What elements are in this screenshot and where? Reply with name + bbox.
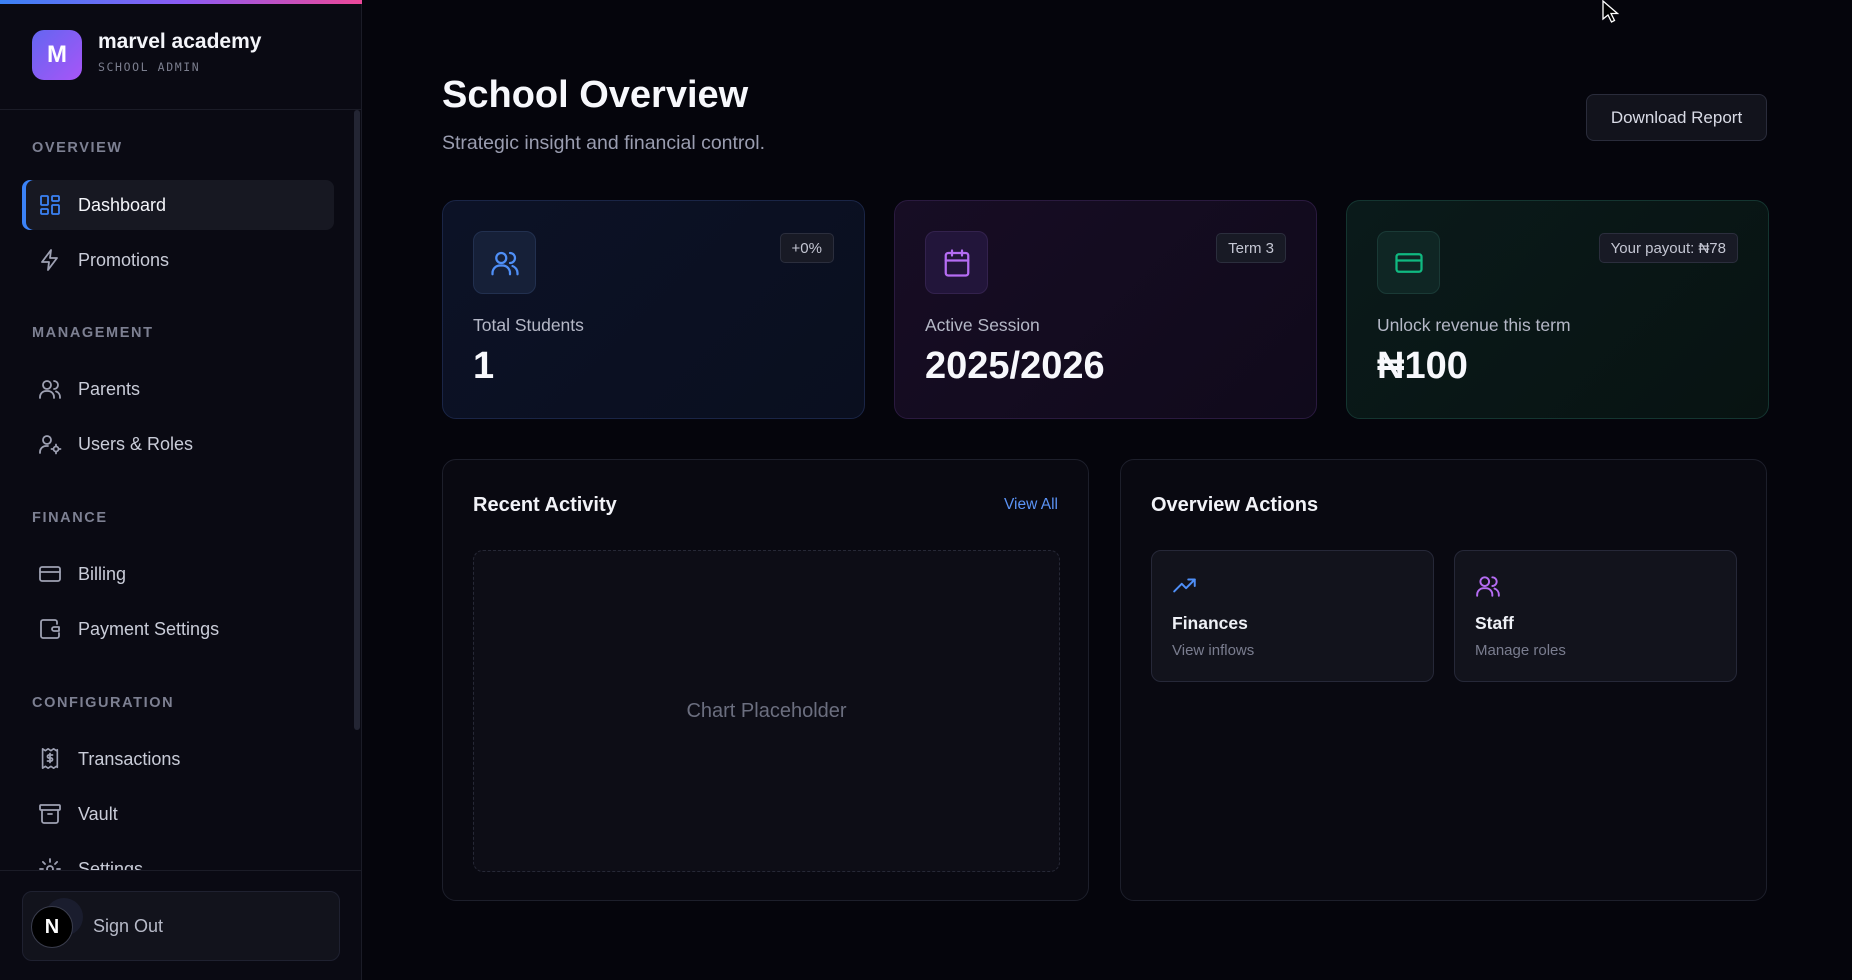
panel-title: Recent Activity [473,494,617,516]
sidebar-nav[interactable]: OVERVIEW Dashboard Promotions MANAGEMENT… [0,110,354,870]
stat-label: Total Students [473,315,584,335]
sidebar-item-label: Parents [78,378,141,399]
action-card-finances[interactable]: Finances View inflows [1151,550,1434,682]
sign-out-button[interactable]: N Sign Out [22,891,340,961]
stat-card-active-session: Term 3 Active Session 2025/2026 [894,200,1317,419]
status-badge: +0% [779,233,834,263]
status-badge: Your payout: ₦78 [1598,233,1738,263]
users-icon [38,377,62,401]
wallet-icon [38,617,62,641]
stat-label: Unlock revenue this term [1377,315,1571,335]
sidebar-item-billing[interactable]: Billing [22,549,334,599]
sidebar-item-label: Vault [78,803,118,824]
sidebar-item-promotions[interactable]: Promotions [22,235,334,285]
lightning-icon [38,248,62,272]
stat-card-revenue: Your payout: ₦78 Unlock revenue this ter… [1346,200,1769,419]
receipt-dollar-icon [38,747,62,771]
sign-out-label: Sign Out [93,915,164,936]
sidebar-item-transactions[interactable]: Transactions [22,734,334,784]
section-title-configuration: CONFIGURATION [32,695,175,711]
avatar: N [31,906,73,948]
brand-subtitle: SCHOOL ADMIN [98,60,201,74]
sidebar-item-label: Payment Settings [78,618,220,639]
action-card-subtitle: Manage roles [1475,642,1566,659]
action-card-staff[interactable]: Staff Manage roles [1454,550,1737,682]
trending-up-icon [1172,573,1198,599]
credit-card-icon [1377,231,1440,294]
sidebar-item-label: Settings [78,858,144,871]
sidebar-footer: N Sign Out [0,870,361,980]
stat-value: ₦100 [1377,345,1468,387]
calendar-icon [925,231,988,294]
brand-header: M marvel academy SCHOOL ADMIN [0,4,361,110]
sidebar-item-dashboard[interactable]: Dashboard [22,180,334,230]
sidebar-item-payment-settings[interactable]: Payment Settings [22,604,334,654]
mouse-cursor-icon [1602,0,1620,23]
sidebar-scrollbar[interactable] [354,110,360,730]
credit-card-icon [38,562,62,586]
action-card-title: Finances [1172,613,1248,633]
download-report-button[interactable]: Download Report [1586,94,1767,141]
sidebar-item-label: Transactions [78,748,181,769]
page-title: School Overview [442,74,749,116]
users-icon [1475,573,1501,599]
section-title-overview: OVERVIEW [32,140,123,156]
sidebar-item-vault[interactable]: Vault [22,789,334,839]
archive-icon [38,802,62,826]
sidebar: M marvel academy SCHOOL ADMIN OVERVIEW D… [0,0,362,980]
sidebar-item-label: Billing [78,563,127,584]
stat-label: Active Session [925,315,1040,335]
dashboard-grid-icon [38,193,62,217]
stat-value: 2025/2026 [925,345,1105,387]
gear-icon [38,857,62,870]
brand-name: marvel academy [98,30,262,53]
sidebar-item-parents[interactable]: Parents [22,364,334,414]
page-subtitle: Strategic insight and financial control. [442,132,766,154]
sidebar-item-label: Promotions [78,249,170,270]
users-icon [473,231,536,294]
brand-logo: M [32,30,82,80]
section-title-management: MANAGEMENT [32,325,154,341]
view-all-link[interactable]: View All [1004,496,1058,514]
user-gear-icon [38,432,62,456]
section-title-finance: FINANCE [32,510,108,526]
sidebar-item-label: Users & Roles [78,433,194,454]
chart-placeholder: Chart Placeholder [473,550,1060,872]
stat-card-total-students: +0% Total Students 1 [442,200,865,419]
recent-activity-panel: Recent Activity View All Chart Placehold… [442,459,1089,901]
sidebar-item-label: Dashboard [78,194,167,215]
stat-value: 1 [473,345,495,387]
action-card-subtitle: View inflows [1172,642,1255,659]
action-card-title: Staff [1475,613,1514,633]
sidebar-item-users-roles[interactable]: Users & Roles [22,419,334,469]
sidebar-item-settings[interactable]: Settings [22,844,334,870]
status-badge: Term 3 [1216,233,1286,263]
overview-actions-panel: Overview Actions Finances View inflows S… [1120,459,1767,901]
panel-title: Overview Actions [1151,494,1319,516]
